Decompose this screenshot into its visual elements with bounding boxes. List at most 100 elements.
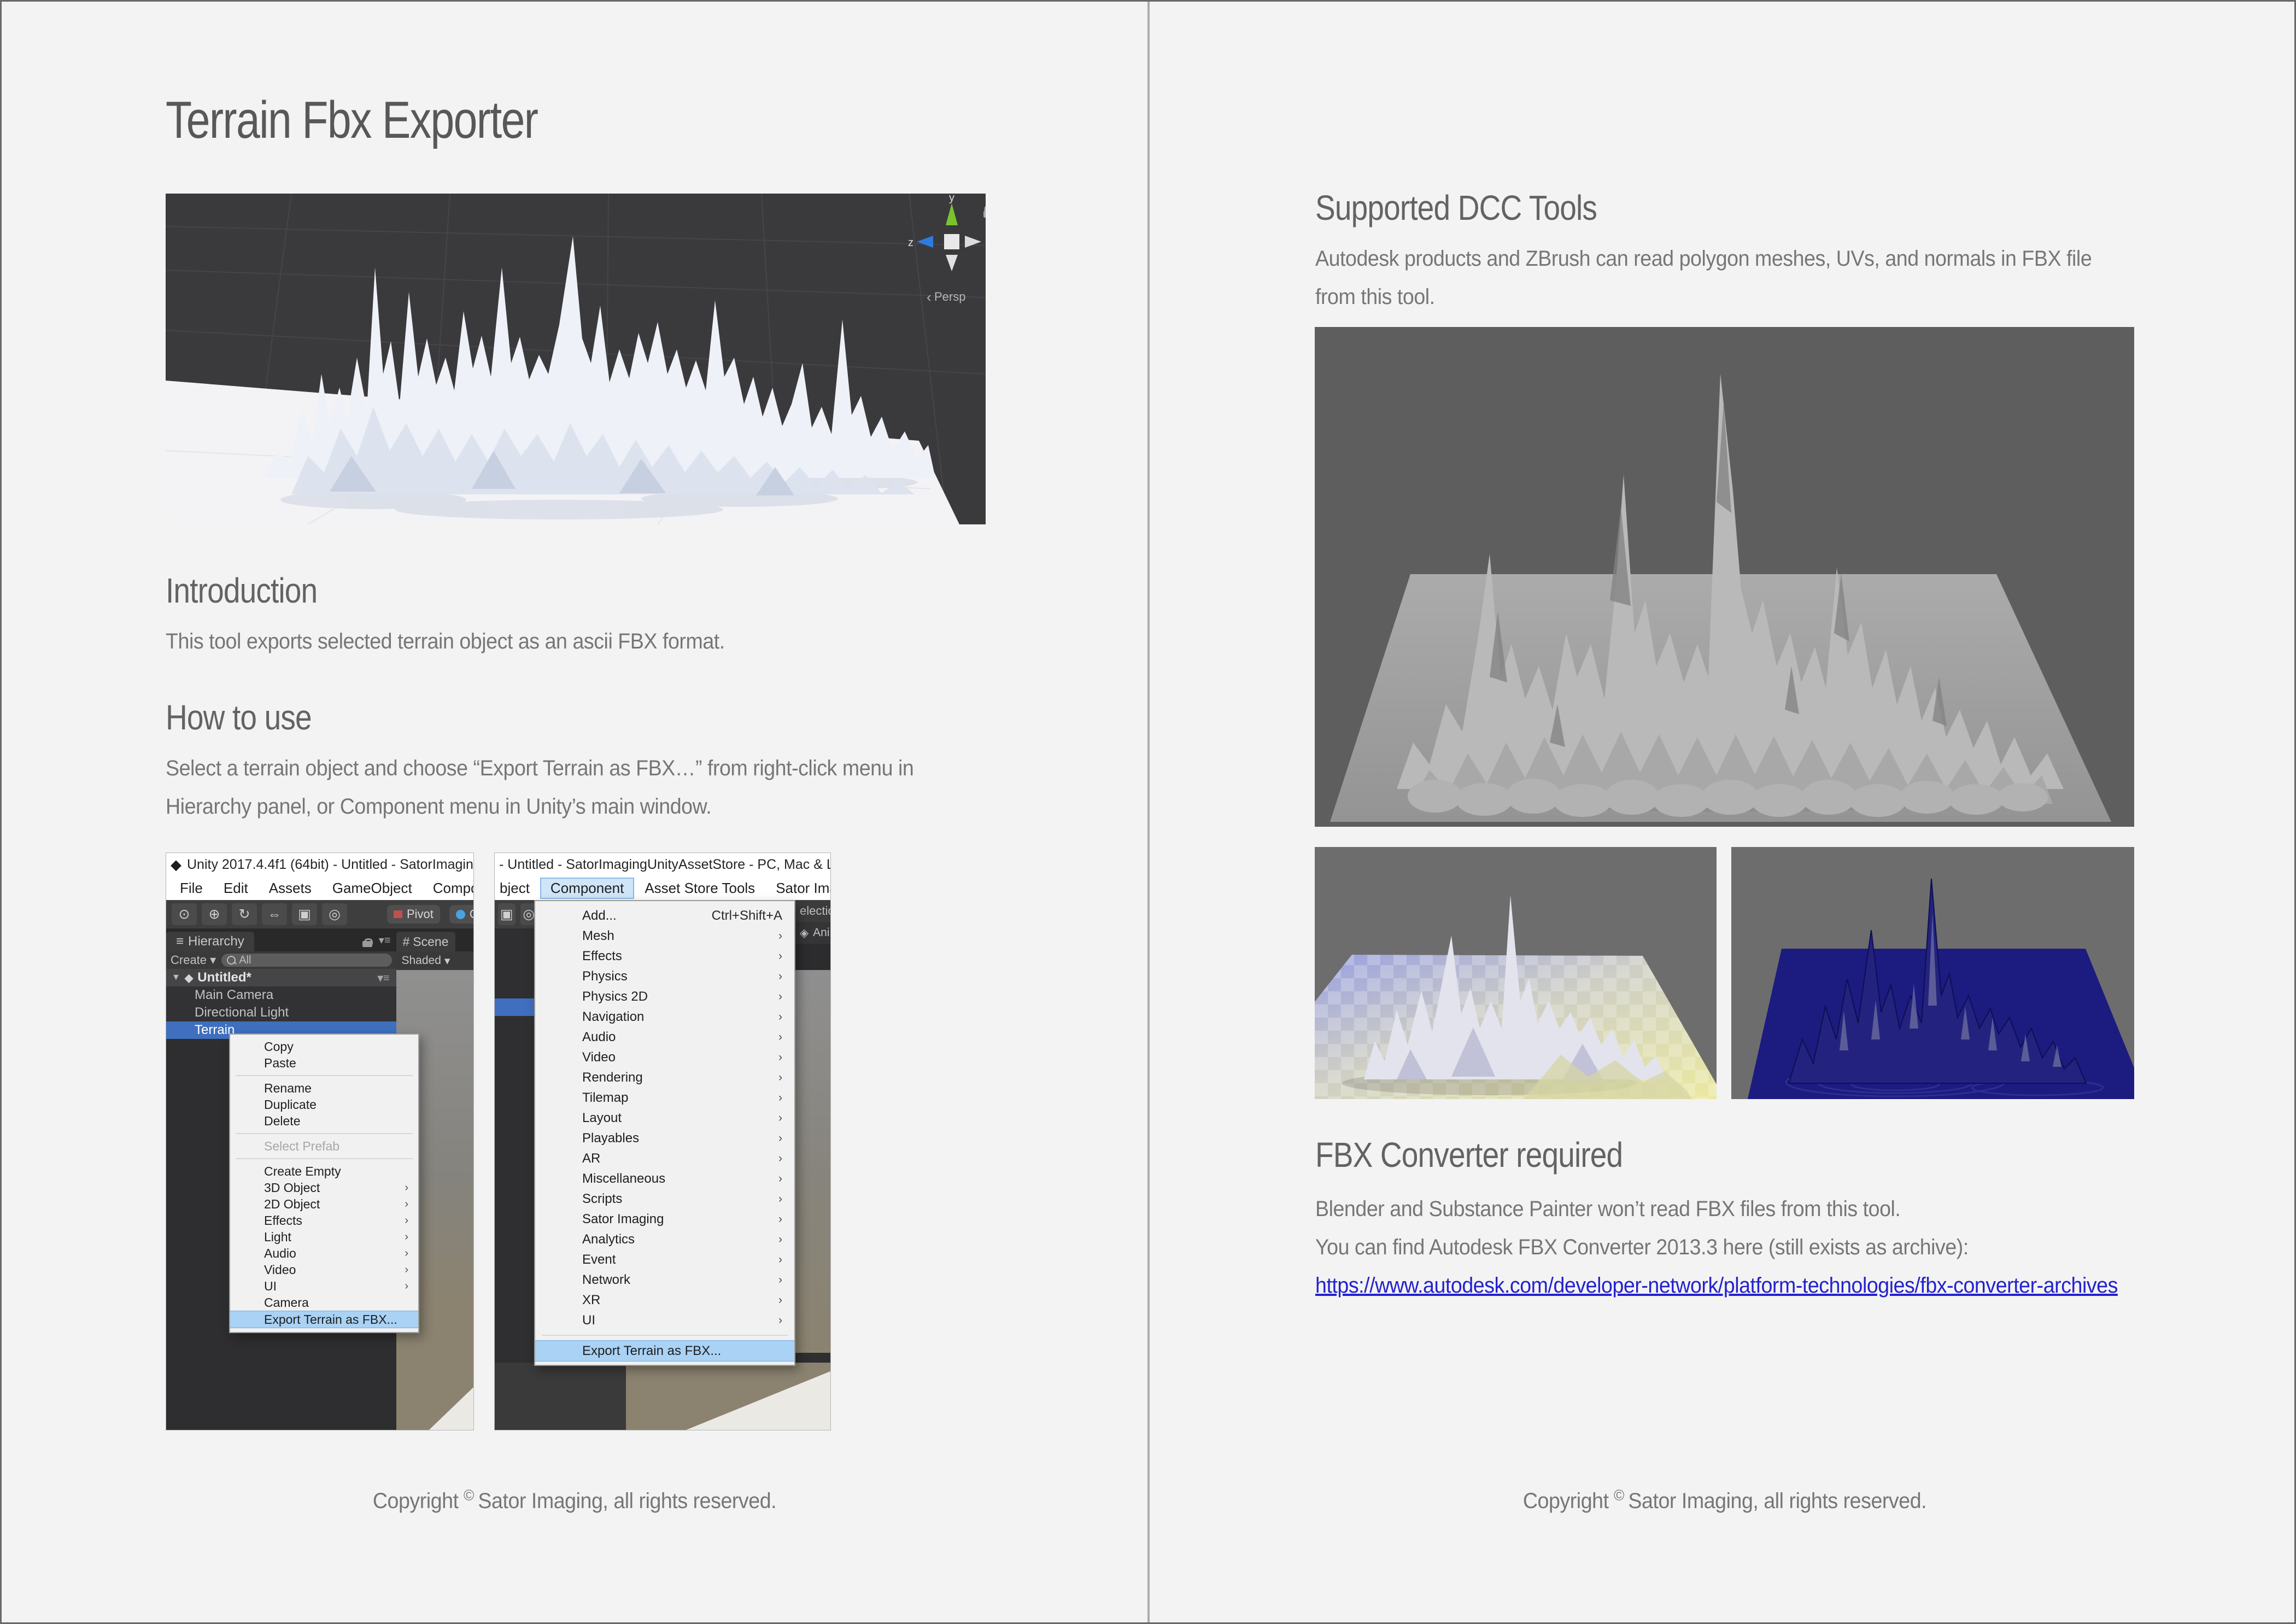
dropdown-menu-item[interactable]: Analytics › [535, 1229, 794, 1249]
menubar-item[interactable]: Component [423, 878, 473, 899]
dropdown-menu-item[interactable]: Audio › [535, 1027, 794, 1047]
menubar-item[interactable]: GameObject [322, 878, 423, 899]
submenu-arrow-icon: › [778, 1051, 782, 1064]
context-menu-item[interactable]: Camera [230, 1294, 418, 1311]
tool-button[interactable]: ↻ [232, 903, 257, 925]
tool-button[interactable]: ▣ [292, 903, 317, 925]
right-panel-sliver: election ◈ Ani [795, 900, 831, 1430]
global-icon [456, 910, 465, 919]
context-menu-item[interactable]: Video › [230, 1261, 418, 1278]
tool-button[interactable]: ▣ [498, 903, 516, 925]
context-menu-item[interactable]: 2D Object › [230, 1196, 418, 1212]
context-menu-item[interactable]: Export Terrain as FBX... [230, 1311, 418, 1328]
menubar-item[interactable]: Assets [259, 878, 322, 899]
dropdown-menu-item[interactable]: Add... Ctrl+Shift+A [535, 906, 794, 926]
dcc-render-image [1315, 327, 2134, 827]
dropdown-menu-item[interactable]: UI › [535, 1310, 794, 1330]
hierarchy-row[interactable]: ▼ ◆ Untitled* ▾≡ [166, 969, 396, 986]
dropdown-menu-item[interactable]: AR › [535, 1148, 794, 1169]
context-menu-item[interactable] [236, 1075, 413, 1076]
hierarchy-search-input[interactable]: All [221, 954, 391, 967]
dropdown-menu-item[interactable]: Effects › [535, 946, 794, 966]
gizmo-z-label: z [908, 237, 913, 249]
dropdown-menu-item[interactable]: Mesh › [535, 926, 794, 946]
unity-titlebar: - Untitled - SatorImagingUnityAssetStore… [495, 853, 830, 876]
context-menu-item[interactable]: Select Prefab [230, 1138, 418, 1154]
create-button[interactable]: Create ▾ [171, 953, 216, 967]
hierarchy-tab[interactable]: ≡ Hierarchy [166, 932, 254, 951]
context-menu-item[interactable]: Effects › [230, 1212, 418, 1229]
row-menu-icon: ▾≡ [378, 971, 390, 985]
submenu-arrow-icon: › [405, 1247, 408, 1260]
panel-menu-icon[interactable]: ▾≡ [379, 933, 391, 947]
dropdown-menu-item[interactable]: Scripts › [535, 1189, 794, 1209]
document-page: Terrain Fbx Exporter [0, 0, 2296, 1624]
component-dropdown-menu: Add... Ctrl+Shift+A Mesh › Effects › [534, 900, 795, 1366]
unity-logo-icon: ◆ [171, 856, 181, 873]
context-menu-item[interactable]: Delete [230, 1113, 418, 1129]
scene-tab[interactable]: # Scene [396, 932, 455, 951]
howto-heading: How to use [166, 697, 312, 738]
dropdown-menu-item[interactable]: Sator Imaging › [535, 1209, 794, 1229]
animation-panel-label: ◈ Ani [795, 922, 831, 944]
submenu-arrow-icon: › [405, 1198, 408, 1211]
shading-mode-dropdown[interactable]: Shaded▾ [396, 951, 474, 970]
pivot-button[interactable]: Pivot [387, 905, 440, 924]
submenu-arrow-icon: › [778, 1233, 782, 1246]
tool-button[interactable]: ⊕ [202, 903, 227, 925]
dropdown-menu-item[interactable]: Rendering › [535, 1067, 794, 1088]
dropdown-menu-item[interactable]: Tilemap › [535, 1088, 794, 1108]
context-menu-item[interactable]: Paste [230, 1055, 418, 1071]
context-menu-item[interactable]: UI › [230, 1278, 418, 1294]
menubar-item[interactable]: Component [540, 878, 634, 899]
tool-button[interactable]: ⊙ [172, 903, 197, 925]
context-menu-item[interactable]: Copy [230, 1038, 418, 1055]
hierarchy-context-menu: Copy Paste Rename [229, 1033, 419, 1333]
dropdown-menu-item[interactable]: Playables › [535, 1128, 794, 1148]
pivot-icon [394, 910, 402, 918]
dropdown-menu-item[interactable]: Video › [535, 1047, 794, 1067]
hierarchy-row[interactable]: Directional Light [166, 1004, 396, 1021]
submenu-arrow-icon: › [778, 1091, 782, 1105]
toolbar-sliver: ▣◎ [495, 900, 537, 928]
submenu-arrow-icon: › [778, 970, 782, 983]
context-menu-item[interactable] [236, 1158, 413, 1159]
dropdown-menu-item[interactable]: Navigation › [535, 1007, 794, 1027]
context-menu-item[interactable]: Audio › [230, 1245, 418, 1261]
dropdown-menu-item[interactable]: Event › [535, 1249, 794, 1270]
dropdown-menu-item[interactable]: XR › [535, 1290, 794, 1310]
menubar-item[interactable]: bject [494, 878, 540, 899]
tool-button[interactable]: ◎ [322, 903, 347, 925]
menubar-item[interactable]: Sator Imaging [765, 878, 830, 899]
dropdown-menu-item[interactable]: Physics 2D › [535, 986, 794, 1007]
context-menu-item[interactable]: Light › [230, 1229, 418, 1245]
unity-toolbar: ⊙⊕↻⇔▣◎ Pivot Globa [166, 900, 473, 928]
context-menu-item[interactable]: 3D Object › [230, 1179, 418, 1196]
submenu-arrow-icon: › [778, 1112, 782, 1125]
global-button[interactable]: Globa [449, 905, 473, 924]
dropdown-menu-item[interactable]: Physics › [535, 966, 794, 986]
context-menu-item[interactable]: Duplicate [230, 1096, 418, 1113]
context-menu-item[interactable]: Create Empty [230, 1163, 418, 1179]
submenu-arrow-icon: › [778, 1132, 782, 1145]
unity-title-text: - Untitled - SatorImagingUnityAssetStore… [499, 857, 830, 873]
context-menu-item[interactable] [236, 1133, 413, 1134]
dropdown-menu-item[interactable]: Layout › [535, 1108, 794, 1128]
persp-arrow-icon: ‹ [927, 289, 932, 305]
menubar-item[interactable]: Asset Store Tools [634, 878, 765, 899]
fbx-converter-link[interactable]: https://www.autodesk.com/developer-netwo… [1315, 1274, 2118, 1298]
menubar-item[interactable]: File [169, 878, 213, 899]
dropdown-menu-item[interactable]: Miscellaneous › [535, 1169, 794, 1189]
right-footer: Copyright©Sator Imaging, all rights rese… [1186, 1487, 2263, 1514]
dcc-heading: Supported DCC Tools [1315, 188, 1597, 228]
hierarchy-row[interactable]: Main Camera [166, 986, 396, 1004]
dropdown-menu-item[interactable]: Export Terrain as FBX... [535, 1340, 794, 1362]
gizmo-y-label: y [949, 194, 954, 204]
dropdown-menu-item[interactable] [542, 1335, 788, 1336]
menubar-item[interactable]: Edit [213, 878, 259, 899]
submenu-arrow-icon: › [778, 990, 782, 1003]
screenshot-hierarchy-menu: ◆ Unity 2017.4.4f1 (64bit) - Untitled - … [166, 852, 474, 1430]
dropdown-menu-item[interactable]: Network › [535, 1270, 794, 1290]
context-menu-item[interactable]: Rename [230, 1080, 418, 1096]
tool-button[interactable]: ⇔ [262, 903, 287, 925]
